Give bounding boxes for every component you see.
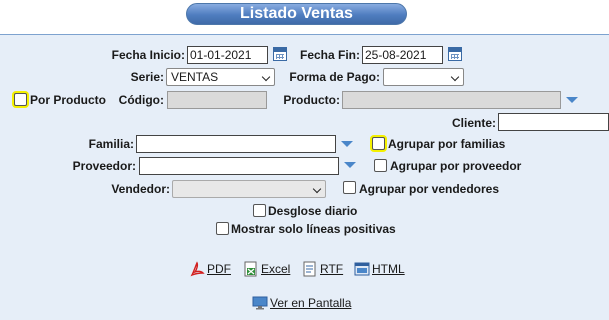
page-title: Listado Ventas [186, 3, 407, 25]
fecha-fin-label: Fecha Fin: [299, 48, 360, 62]
vendedor-select[interactable] [172, 180, 326, 198]
producto-label: Producto: [283, 93, 340, 107]
fecha-fin-input[interactable]: 25-08-2021 [362, 46, 443, 64]
dropdown-arrow-icon[interactable] [341, 141, 353, 147]
agrupar-familias-label: Agrupar por familias [388, 137, 506, 151]
fecha-inicio-input[interactable]: 01-01-2021 [187, 46, 268, 64]
rtf-link[interactable]: RTF [320, 262, 343, 276]
chevron-down-icon [261, 72, 271, 82]
monitor-icon[interactable] [252, 295, 268, 311]
dropdown-arrow-icon[interactable] [344, 162, 356, 168]
ver-en-pantalla-link[interactable]: Ver en Pantalla [270, 296, 351, 310]
pdf-icon[interactable] [189, 261, 205, 277]
agrupar-vendedores-label: Agrupar por vendedores [359, 182, 500, 196]
serie-label: Serie: [130, 70, 164, 84]
agrupar-proveedor-label: Agrupar por proveedor [390, 159, 522, 173]
mostrar-positivas-label: Mostrar solo líneas positivas [231, 222, 396, 236]
forma-pago-select[interactable] [383, 68, 464, 86]
proveedor-input[interactable] [139, 157, 339, 175]
forma-pago-label: Forma de Pago: [289, 70, 380, 84]
codigo-input[interactable] [167, 91, 267, 109]
por-producto-label: Por Producto [30, 93, 107, 107]
proveedor-label: Proveedor: [72, 159, 136, 173]
vendedor-label: Vendedor: [111, 182, 170, 196]
agrupar-vendedores-checkbox[interactable] [343, 181, 356, 194]
cliente-label: Cliente: [451, 116, 496, 130]
cliente-input[interactable] [498, 113, 609, 131]
agrupar-proveedor-checkbox[interactable] [374, 159, 387, 172]
familia-input[interactable] [136, 135, 336, 153]
desglose-diario-label: Desglose diario [268, 204, 358, 218]
por-producto-checkbox[interactable] [14, 93, 27, 106]
fecha-inicio-label: Fecha Inicio: [111, 48, 185, 62]
pdf-link[interactable]: PDF [207, 262, 231, 276]
chevron-down-icon [450, 72, 460, 82]
rtf-icon[interactable] [302, 261, 318, 277]
html-icon[interactable] [354, 261, 370, 277]
excel-icon[interactable] [243, 261, 259, 277]
calendar-icon[interactable] [448, 47, 462, 61]
agrupar-familias-checkbox[interactable] [372, 137, 385, 150]
excel-link[interactable]: Excel [261, 262, 290, 276]
serie-select-value: VENTAS [171, 70, 219, 84]
dropdown-arrow-icon[interactable] [566, 97, 578, 103]
desglose-diario-checkbox[interactable] [253, 204, 266, 217]
mostrar-positivas-checkbox[interactable] [216, 222, 229, 235]
serie-select[interactable]: VENTAS [166, 68, 275, 86]
familia-label: Familia: [88, 137, 134, 151]
producto-input[interactable] [342, 91, 561, 109]
calendar-icon[interactable] [273, 47, 287, 61]
html-link[interactable]: HTML [372, 262, 405, 276]
chevron-down-icon [312, 184, 322, 194]
codigo-label: Código: [118, 93, 164, 107]
